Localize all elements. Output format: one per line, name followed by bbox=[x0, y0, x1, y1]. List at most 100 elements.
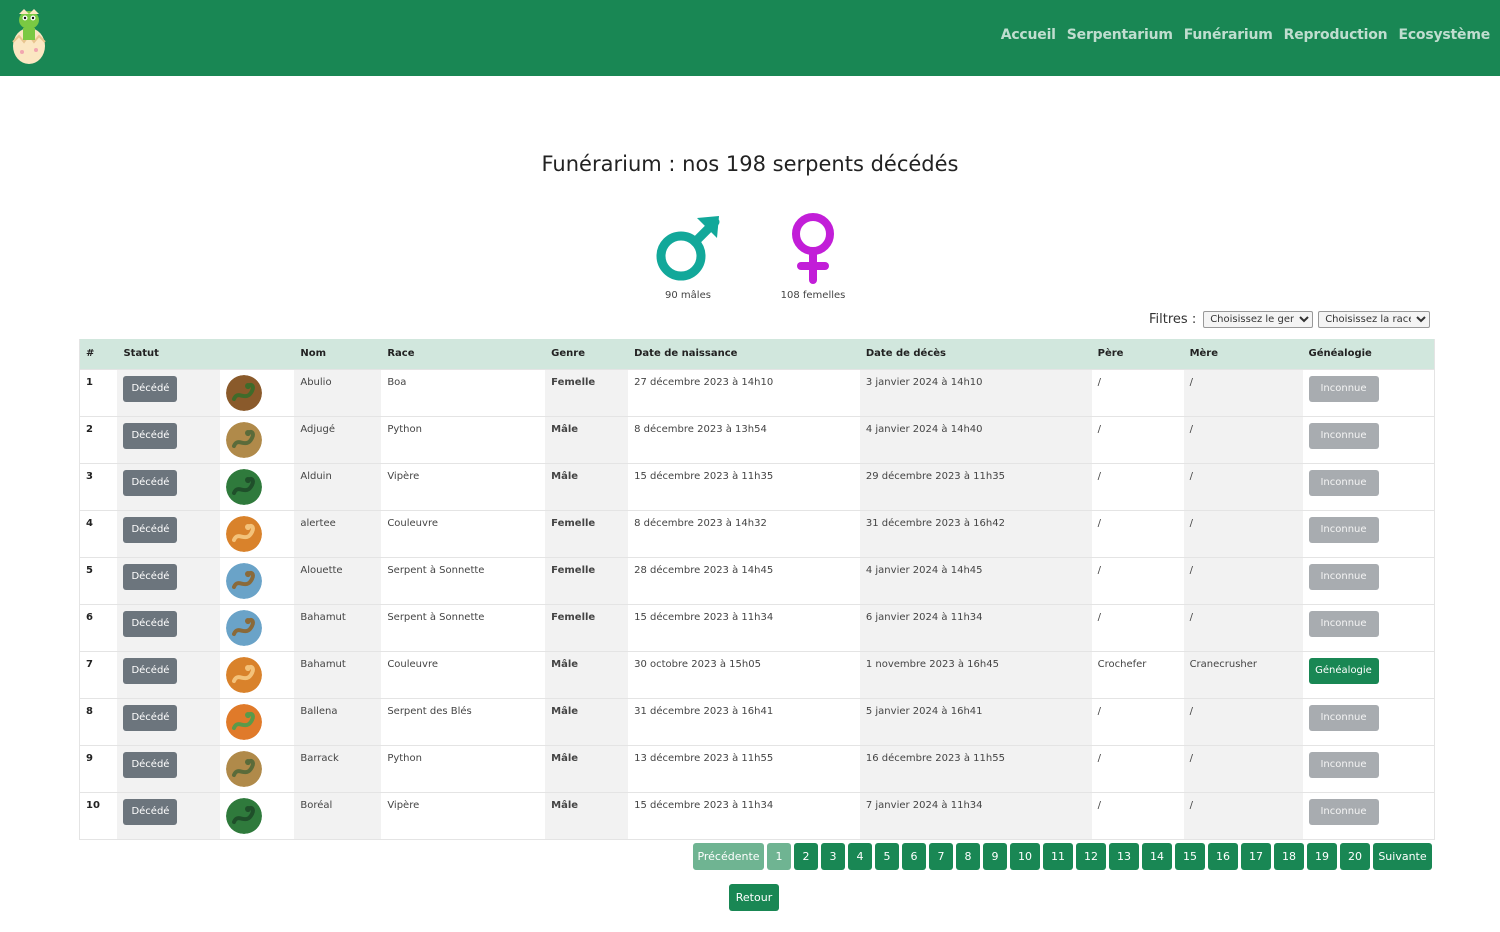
genealogy-unknown-button[interactable]: Inconnue bbox=[1308, 563, 1379, 590]
snake-avatar-icon[interactable] bbox=[226, 609, 263, 646]
race-cell: Couleuvre bbox=[381, 510, 546, 558]
death-cell: 4 janvier 2024 à 14h45 bbox=[859, 557, 1092, 605]
avatar-cell bbox=[220, 651, 295, 699]
pagination-page[interactable]: 8 bbox=[956, 843, 980, 870]
genealogy-unknown-button[interactable]: Inconnue bbox=[1308, 516, 1379, 543]
pagination-page[interactable]: 9 bbox=[983, 843, 1007, 870]
genealogy-unknown-button[interactable]: Inconnue bbox=[1308, 469, 1379, 496]
back-button[interactable]: Retour bbox=[729, 884, 779, 911]
snake-avatar-icon[interactable] bbox=[226, 797, 263, 834]
status-badge[interactable]: Décédé bbox=[123, 516, 178, 543]
snake-avatar-icon[interactable] bbox=[226, 468, 263, 505]
pagination-page[interactable]: 7 bbox=[929, 843, 953, 870]
pagination-page[interactable]: 2 bbox=[794, 843, 818, 870]
col-genealogy: Généalogie bbox=[1302, 339, 1435, 369]
genealogy-cell: Inconnue bbox=[1302, 557, 1435, 605]
table-row: 8 Décédé Ballena Serpent des Blés Mâle 31 déc… bbox=[79, 698, 1435, 746]
pagination-page[interactable]: 6 bbox=[902, 843, 926, 870]
pagination-page[interactable]: 4 bbox=[848, 843, 872, 870]
pagination-page[interactable]: 3 bbox=[821, 843, 845, 870]
nav-accueil[interactable]: Accueil bbox=[1001, 27, 1056, 43]
mother-cell: / bbox=[1183, 510, 1303, 558]
genealogy-unknown-button[interactable]: Inconnue bbox=[1308, 704, 1379, 731]
pagination-page[interactable]: 17 bbox=[1241, 843, 1271, 870]
status-badge[interactable]: Décédé bbox=[123, 375, 178, 402]
race-cell: Python bbox=[381, 416, 546, 464]
pagination-page[interactable]: 19 bbox=[1307, 843, 1337, 870]
pagination-page[interactable]: 14 bbox=[1142, 843, 1172, 870]
genealogy-cell: Inconnue bbox=[1302, 792, 1435, 840]
male-count: 90 mâles bbox=[665, 290, 711, 301]
navbar: Accueil Serpentarium Funérarium Reproduc… bbox=[0, 0, 1500, 76]
male-symbol-icon bbox=[656, 216, 720, 281]
table-header-row: # Statut Nom Race Genre Date de naissanc… bbox=[79, 339, 1435, 369]
row-number: 4 bbox=[79, 510, 118, 558]
status-badge[interactable]: Décédé bbox=[123, 563, 178, 590]
pagination-page[interactable]: 15 bbox=[1175, 843, 1205, 870]
birth-cell: 28 décembre 2023 à 14h45 bbox=[628, 557, 860, 605]
pagination-page[interactable]: 12 bbox=[1076, 843, 1106, 870]
male-stat[interactable]: 90 mâles bbox=[628, 212, 748, 301]
nav-reproduction[interactable]: Reproduction bbox=[1284, 27, 1388, 43]
nav-serpentarium[interactable]: Serpentarium bbox=[1067, 27, 1173, 43]
pagination-next[interactable]: Suivante bbox=[1373, 843, 1432, 870]
pagination-page[interactable]: 16 bbox=[1208, 843, 1238, 870]
genealogy-unknown-button[interactable]: Inconnue bbox=[1308, 751, 1379, 778]
table-row: 5 Décédé Alouette Serpent à Sonnette Femelle… bbox=[79, 557, 1435, 605]
genre-cell: Mâle bbox=[545, 698, 629, 746]
birth-cell: 30 octobre 2023 à 15h05 bbox=[628, 651, 860, 699]
birth-cell: 31 décembre 2023 à 16h41 bbox=[628, 698, 860, 746]
nav-funerarium[interactable]: Funérarium bbox=[1184, 27, 1273, 43]
table-row: 2 Décédé Adjugé Python Mâle 8 décembre 2023 à… bbox=[79, 416, 1435, 464]
pagination-page[interactable]: 18 bbox=[1274, 843, 1304, 870]
pagination-prev[interactable]: Précédente bbox=[693, 843, 764, 870]
genealogy-unknown-button[interactable]: Inconnue bbox=[1308, 610, 1379, 637]
status-cell: Décédé bbox=[117, 698, 221, 746]
father-cell: / bbox=[1091, 557, 1184, 605]
hatching-snake-logo-icon[interactable] bbox=[10, 6, 48, 66]
pagination-page[interactable]: 10 bbox=[1010, 843, 1040, 870]
status-badge[interactable]: Décédé bbox=[123, 610, 178, 637]
genealogy-cell: Inconnue bbox=[1302, 604, 1435, 652]
status-badge[interactable]: Décédé bbox=[123, 422, 178, 449]
name-cell: Bahamut bbox=[294, 651, 382, 699]
status-badge[interactable]: Décédé bbox=[123, 469, 178, 496]
genealogy-unknown-button[interactable]: Inconnue bbox=[1308, 375, 1379, 402]
status-badge[interactable]: Décédé bbox=[123, 798, 178, 825]
snake-avatar-icon[interactable] bbox=[226, 750, 263, 787]
mother-cell: / bbox=[1183, 698, 1303, 746]
status-badge[interactable]: Décédé bbox=[123, 704, 178, 731]
race-select[interactable]: Choisissez la race bbox=[1318, 311, 1431, 328]
genre-cell: Mâle bbox=[545, 745, 629, 793]
status-cell: Décédé bbox=[117, 416, 221, 464]
mother-cell: / bbox=[1183, 792, 1303, 840]
pagination-page[interactable]: 1 bbox=[767, 843, 791, 870]
snake-avatar-icon[interactable] bbox=[226, 703, 263, 740]
genealogy-cell: Inconnue bbox=[1302, 698, 1435, 746]
snake-avatar-icon[interactable] bbox=[226, 374, 263, 411]
pagination-page[interactable]: 13 bbox=[1109, 843, 1139, 870]
genealogy-unknown-button[interactable]: Inconnue bbox=[1308, 798, 1379, 825]
nav-links: Accueil Serpentarium Funérarium Reproduc… bbox=[1001, 27, 1491, 43]
snake-avatar-icon[interactable] bbox=[226, 515, 263, 552]
race-cell: Vipère bbox=[381, 792, 546, 840]
genealogy-unknown-button[interactable]: Inconnue bbox=[1308, 422, 1379, 449]
genre-select[interactable]: Choisissez le genre bbox=[1203, 311, 1314, 328]
table-row: 6 Décédé Bahamut Serpent à Sonnette Femelle 1… bbox=[79, 604, 1435, 652]
pagination-page[interactable]: 20 bbox=[1340, 843, 1370, 870]
pagination-page[interactable]: 11 bbox=[1043, 843, 1073, 870]
genealogy-button[interactable]: Généalogie bbox=[1308, 657, 1379, 684]
table-row: 3 Décédé Alduin Vipère Mâle 15 décembre 2023 … bbox=[79, 463, 1435, 511]
snake-avatar-icon[interactable] bbox=[226, 656, 263, 693]
genealogy-cell: Inconnue bbox=[1302, 368, 1435, 417]
race-cell: Boa bbox=[381, 368, 546, 417]
snake-avatar-icon[interactable] bbox=[226, 562, 263, 599]
death-cell: 5 janvier 2024 à 16h41 bbox=[859, 698, 1092, 746]
snake-avatar-icon[interactable] bbox=[226, 421, 263, 458]
status-badge[interactable]: Décédé bbox=[123, 751, 178, 778]
pagination-page[interactable]: 5 bbox=[875, 843, 899, 870]
status-badge[interactable]: Décédé bbox=[123, 657, 178, 684]
female-stat[interactable]: 108 femelles bbox=[753, 212, 873, 301]
nav-ecosysteme[interactable]: Ecosystème bbox=[1398, 27, 1490, 43]
mother-cell: / bbox=[1183, 557, 1303, 605]
